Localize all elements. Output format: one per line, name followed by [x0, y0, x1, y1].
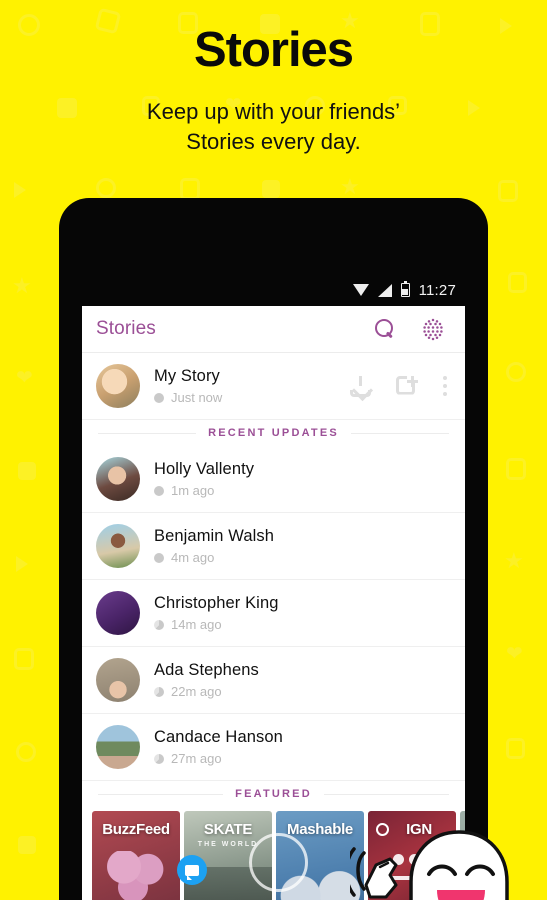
story-meta: 27m ago [154, 751, 451, 766]
app-screen: Stories My Story Just now RECENT UPDATES… [82, 306, 465, 900]
story-text: Holly Vallenty 1m ago [154, 459, 451, 498]
avatar[interactable] [96, 524, 140, 568]
story-row[interactable]: Holly Vallenty 1m ago [82, 446, 465, 513]
story-name: Holly Vallenty [154, 459, 255, 478]
battery-icon [400, 280, 410, 297]
status-bar-time: 11:27 [418, 281, 456, 299]
story-name: Benjamin Walsh [154, 526, 275, 545]
story-text: Benjamin Walsh 4m ago [154, 526, 451, 565]
my-story-name: My Story [154, 366, 220, 385]
discover-dots-icon[interactable] [421, 317, 445, 341]
section-featured: FEATURED [82, 781, 465, 807]
my-story-time: Just now [171, 390, 223, 406]
section-label: RECENT UPDATES [208, 427, 339, 439]
subtitle-line-1: Keep up with your friends’ [146, 99, 401, 125]
ghost-mascot-icon [403, 828, 515, 900]
tile-logo: BuzzFeed [102, 821, 170, 838]
avatar[interactable] [96, 658, 140, 702]
story-time: 27m ago [171, 751, 222, 767]
divider-left [98, 432, 197, 434]
wifi-icon [352, 284, 369, 296]
tile-logo: SKATE [203, 821, 253, 838]
story-row[interactable]: Ada Stephens 22m ago [82, 647, 465, 714]
touch-ring-indicator [249, 833, 308, 892]
avatar[interactable] [96, 364, 140, 408]
my-story-row[interactable]: My Story Just now [82, 353, 465, 420]
solid-dot-icon [154, 392, 164, 403]
my-story-meta: Just now [154, 390, 350, 405]
story-time: 1m ago [171, 483, 215, 499]
more-vertical-icon[interactable] [443, 376, 447, 396]
story-meta: 22m ago [154, 684, 451, 699]
search-icon[interactable] [375, 319, 395, 339]
app-bar: Stories [82, 306, 465, 353]
section-recent-updates: RECENT UPDATES [82, 420, 465, 446]
divider-right [350, 432, 450, 434]
story-row[interactable]: Candace Hanson 27m ago [82, 714, 465, 781]
story-time: 4m ago [171, 550, 215, 566]
my-story-text: My Story Just now [154, 366, 350, 405]
story-text: Ada Stephens 22m ago [154, 660, 451, 699]
viewed-pie-icon [154, 686, 164, 697]
avatar[interactable] [96, 725, 140, 769]
my-story-actions [350, 375, 451, 397]
story-name: Ada Stephens [154, 660, 259, 679]
featured-tile-buzzfeed[interactable]: BuzzFeed 21 Perfect [92, 811, 180, 900]
subtitle-line-2: Stories every day. [186, 129, 361, 155]
add-to-story-icon[interactable] [396, 375, 418, 397]
app-bar-actions [375, 317, 451, 341]
section-label: FEATURED [235, 788, 312, 800]
avatar[interactable] [96, 457, 140, 501]
page-title: Stories [193, 23, 354, 77]
viewed-pie-icon [154, 753, 164, 764]
story-time: 22m ago [171, 684, 222, 700]
chat-bubble-icon [177, 855, 207, 885]
solid-dot-icon [154, 552, 164, 563]
download-icon[interactable] [350, 375, 371, 397]
signal-icon [377, 283, 392, 297]
phone-mockup: 11:27 Stories My Story Just now RECENT U… [59, 198, 488, 900]
story-row[interactable]: Christopher King 14m ago [82, 580, 465, 647]
status-bar: 11:27 [59, 276, 488, 304]
avatar[interactable] [96, 591, 140, 635]
viewed-pie-icon [154, 619, 164, 630]
story-meta: 1m ago [154, 483, 451, 498]
divider-left [98, 793, 224, 795]
hero-section: Stories Keep up with your friends’ Stori… [0, 0, 547, 158]
story-time: 14m ago [171, 617, 222, 633]
story-text: Candace Hanson 27m ago [154, 727, 451, 766]
story-name: Candace Hanson [154, 727, 283, 746]
app-bar-title: Stories [96, 318, 156, 339]
page-subtitle: Keep up with your friends’ Stories every… [0, 97, 547, 157]
story-name: Christopher King [154, 593, 279, 612]
divider-right [323, 793, 450, 795]
tile-image [106, 851, 166, 900]
story-meta: 4m ago [154, 550, 451, 565]
story-meta: 14m ago [154, 617, 451, 632]
story-row[interactable]: Benjamin Walsh 4m ago [82, 513, 465, 580]
story-text: Christopher King 14m ago [154, 593, 451, 632]
solid-dot-icon [154, 485, 164, 496]
